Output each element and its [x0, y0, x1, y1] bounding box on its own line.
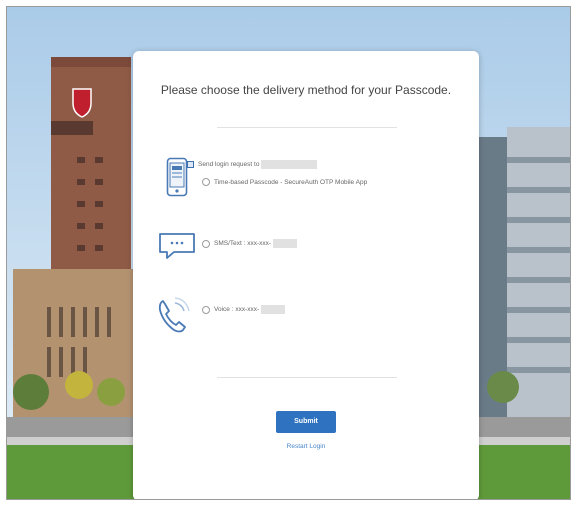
voice-radio[interactable]	[202, 305, 210, 314]
passcode-dialog: Please choose the delivery method for yo…	[133, 51, 479, 499]
redacted-voice-number	[261, 305, 286, 314]
voice-option[interactable]: Voice : xxx-xxx-	[202, 305, 286, 314]
totp-radio[interactable]	[202, 178, 210, 186]
voice-option-label: Voice : xxx-xxx-	[214, 306, 260, 313]
restart-login-link[interactable]: Restart Login	[253, 443, 359, 450]
redacted-sms-number	[273, 239, 298, 248]
title-divider	[217, 127, 397, 128]
chat-bubble-icon	[159, 233, 195, 259]
page-title: Please choose the delivery method for yo…	[160, 83, 452, 97]
page-frame: Please choose the delivery method for yo…	[6, 6, 571, 500]
sms-option[interactable]: SMS/Text : xxx-xxx-	[202, 239, 298, 248]
push-option[interactable]: Send login request to	[187, 160, 318, 169]
phone-call-icon	[158, 297, 190, 333]
push-option-label: Send login request to	[198, 161, 260, 168]
sms-radio[interactable]	[202, 239, 210, 248]
actions-divider	[217, 377, 397, 378]
push-checkbox[interactable]	[187, 161, 194, 168]
mobile-phone-icon	[166, 157, 188, 197]
sms-option-label: SMS/Text : xxx-xxx-	[214, 240, 272, 247]
totp-option-label: Time-based Passcode - SecureAuth OTP Mob…	[214, 178, 368, 186]
totp-option[interactable]: Time-based Passcode - SecureAuth OTP Mob…	[202, 178, 367, 186]
submit-button[interactable]: Submit	[276, 411, 336, 433]
redacted-device	[261, 160, 318, 169]
